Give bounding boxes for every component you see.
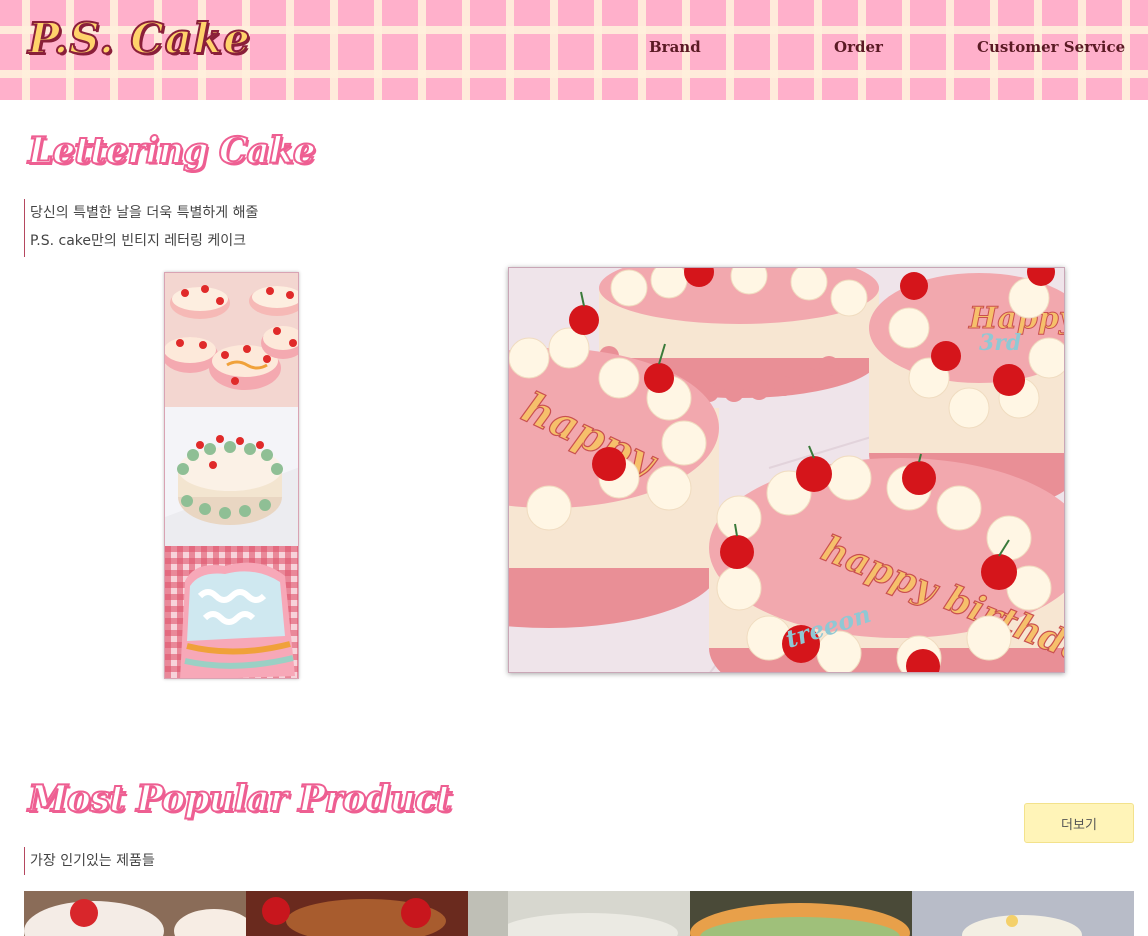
- svg-text:3rd: 3rd: [979, 330, 1021, 356]
- thumbnail-2[interactable]: [165, 407, 298, 546]
- thumbnail-list: [164, 272, 299, 679]
- product-photo-icon: [246, 891, 468, 936]
- nav-item-brand[interactable]: Brand: [649, 38, 701, 56]
- lettering-desc-line-2: P.S. cake만의 빈티지 레터링 케이크: [30, 233, 247, 249]
- cake-photo-icon: [165, 273, 298, 407]
- product-card-1[interactable]: [24, 891, 246, 936]
- product-photo-icon: [912, 891, 1134, 936]
- product-list: [24, 891, 1134, 936]
- popular-description: 가장 인기있는 제품들: [24, 847, 155, 875]
- thumbnail-3[interactable]: [165, 546, 298, 678]
- site-header: P.S. Cake Brand Order Customer Service: [0, 0, 1148, 100]
- section-title-popular: Most Popular Product: [27, 777, 453, 821]
- thumbnail-1[interactable]: [165, 273, 298, 407]
- product-card-5[interactable]: [912, 891, 1134, 936]
- product-card-4[interactable]: [690, 891, 912, 936]
- section-title-lettering: Lettering Cake: [27, 129, 317, 173]
- cake-photo-icon: [165, 546, 298, 678]
- product-photo-icon: [468, 891, 690, 936]
- nav-item-customer-service[interactable]: Customer Service: [977, 38, 1125, 56]
- lettering-desc-line-1: 당신의 특별한 날을 더욱 특별하게 해줄: [30, 205, 259, 221]
- product-photo-icon: [690, 891, 912, 936]
- site-logo[interactable]: P.S. Cake: [27, 13, 251, 64]
- main-cake-image: Happy 3rd happy happy birthday: [508, 267, 1065, 673]
- lettering-description: 당신의 특별한 날을 더욱 특별하게 해줄 P.S. cake만의 빈티지 레터…: [24, 199, 258, 257]
- product-card-3[interactable]: [468, 891, 690, 936]
- popular-desc-line: 가장 인기있는 제품들: [30, 853, 155, 869]
- product-photo-icon: [24, 891, 246, 936]
- cake-photo-icon: [165, 407, 298, 546]
- more-button[interactable]: 더보기: [1024, 803, 1134, 843]
- cake-photo-icon: Happy 3rd happy happy birthday: [509, 268, 1064, 672]
- product-card-2[interactable]: [246, 891, 468, 936]
- nav-item-order[interactable]: Order: [834, 38, 883, 56]
